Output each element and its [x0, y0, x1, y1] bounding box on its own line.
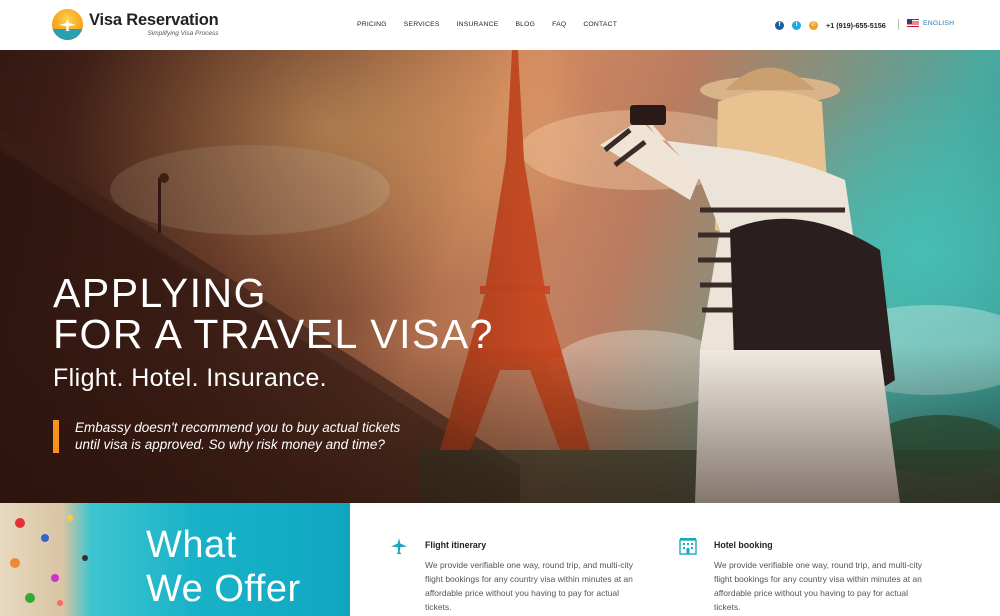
- offer-banner: What We Offer: [0, 503, 350, 616]
- airplane-icon: [391, 538, 407, 554]
- header-divider: [898, 19, 899, 30]
- offer-title: What We Offer: [146, 524, 301, 610]
- hero-quote: Embassy doesn't recommend you to buy act…: [53, 419, 445, 453]
- feature-title: Flight itinerary: [425, 540, 487, 550]
- feature-description: We provide verifiable one way, round tri…: [714, 560, 923, 612]
- logo-icon: [52, 9, 83, 40]
- language-label: ENGLISH: [923, 19, 955, 27]
- nav-blog[interactable]: BLOG: [515, 21, 535, 28]
- language-selector[interactable]: ENGLISH: [907, 19, 954, 27]
- nav-services[interactable]: SERVICES: [404, 21, 440, 28]
- social-links: f t ✆: [775, 21, 826, 30]
- quote-accent-bar: [53, 420, 59, 453]
- brand-tagline: Simplifying Visa Process: [147, 29, 219, 37]
- nav-faq[interactable]: FAQ: [552, 21, 566, 28]
- hotel-icon: [679, 538, 697, 555]
- site-header: Visa Reservation Simplifying Visa Proces…: [0, 0, 1000, 50]
- nav-pricing[interactable]: PRICING: [357, 21, 387, 28]
- twitter-icon[interactable]: t: [792, 21, 801, 30]
- phone-number[interactable]: +1 (919)-655-5156: [826, 21, 886, 30]
- feature-description: We provide verifiable one way, round tri…: [425, 560, 634, 612]
- feature-title: Hotel booking: [714, 540, 773, 550]
- hero-banner: APPLYING FOR A TRAVEL VISA? Flight. Hote…: [0, 50, 1000, 503]
- facebook-icon[interactable]: f: [775, 21, 784, 30]
- hero-headline: APPLYING FOR A TRAVEL VISA?: [53, 270, 494, 357]
- phone-icon[interactable]: ✆: [809, 21, 818, 30]
- brand-logo[interactable]: Visa Reservation Simplifying Visa Proces…: [52, 9, 219, 40]
- main-nav: PRICING SERVICES INSURANCE BLOG FAQ CONT…: [357, 21, 634, 28]
- nav-insurance[interactable]: INSURANCE: [457, 21, 499, 28]
- us-flag-icon: [907, 19, 919, 27]
- brand-name: Visa Reservation: [89, 11, 219, 29]
- hero-subheadline: Flight. Hotel. Insurance.: [53, 364, 328, 392]
- nav-contact[interactable]: CONTACT: [583, 21, 617, 28]
